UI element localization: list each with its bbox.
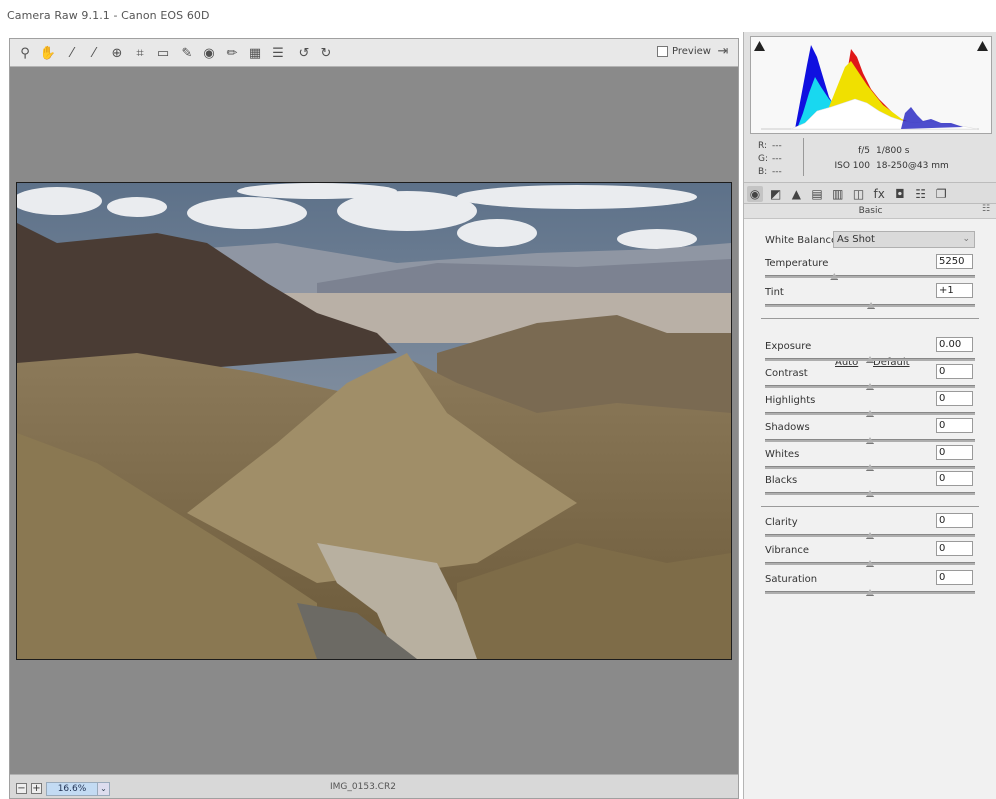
targeted-adjustment-tool-icon[interactable]: ⊕: [108, 44, 126, 62]
g-value: ---: [772, 154, 782, 164]
iso-value: ISO 100: [834, 161, 871, 171]
vibrance-value-input[interactable]: 0: [936, 541, 973, 556]
contrast-value-input[interactable]: 0: [936, 364, 973, 379]
tab-tone-curve-icon[interactable]: ◩: [768, 186, 784, 202]
vibrance-label: Vibrance: [765, 545, 809, 556]
highlights-label: Highlights: [765, 395, 816, 406]
photo-preview: [16, 182, 732, 660]
zoom-tool-icon[interactable]: ⚲: [16, 44, 34, 62]
white-balance-tool-icon[interactable]: ⁄: [63, 44, 81, 62]
saturation-label: Saturation: [765, 574, 818, 585]
tab-basic-icon[interactable]: ◉: [747, 186, 763, 202]
white-balance-label: White Balance:: [765, 235, 841, 246]
r-label: R:: [758, 141, 768, 151]
g-label: G:: [758, 154, 769, 164]
white-balance-value: As Shot: [837, 234, 875, 245]
clarity-value-input[interactable]: 0: [936, 513, 973, 528]
zoom-out-button[interactable]: −: [16, 783, 27, 794]
temperature-slider-track[interactable]: [765, 275, 975, 278]
histogram: [750, 36, 992, 134]
whites-label: Whites: [765, 449, 800, 460]
shutter-value: 1/800 s: [876, 146, 910, 156]
whites-value-input[interactable]: 0: [936, 445, 973, 460]
preview-label: Preview: [672, 46, 711, 57]
status-bar: − + 16.6% ⌄ IMG_0153.CR2: [10, 774, 738, 798]
panel-tabs: ◉ ◩ ▲ ▤ ▥ ◫ fx ◘ ☷ ❐: [744, 182, 996, 204]
zoom-level-select[interactable]: 16.6% ⌄: [46, 782, 110, 796]
lens-value: 18-250@43 mm: [876, 161, 949, 171]
basic-panel: White Balance: As Shot ⌄ Auto Default Te…: [744, 218, 996, 799]
image-canvas[interactable]: [10, 67, 738, 774]
section-divider: [761, 318, 979, 319]
tab-detail-icon[interactable]: ▲: [788, 186, 804, 202]
zoom-in-button[interactable]: +: [31, 783, 42, 794]
clarity-label: Clarity: [765, 517, 798, 528]
preview-toggle[interactable]: Preview: [657, 46, 711, 57]
r-value: ---: [772, 141, 782, 151]
rotate-ccw-icon[interactable]: ↺: [295, 44, 313, 62]
contrast-label: Contrast: [765, 368, 808, 379]
straighten-tool-icon[interactable]: ▭: [154, 44, 172, 62]
radial-filter-icon[interactable]: ☰: [269, 44, 287, 62]
tab-effects-icon[interactable]: fx: [871, 186, 887, 202]
tab-camera-calibration-icon[interactable]: ◘: [892, 186, 908, 202]
graduated-filter-icon[interactable]: ▦: [246, 44, 264, 62]
hand-tool-icon[interactable]: ✋: [39, 44, 57, 62]
fullscreen-toggle-icon[interactable]: ⇥: [714, 44, 732, 62]
tab-hsl-icon[interactable]: ▤: [809, 186, 825, 202]
blacks-value-input[interactable]: 0: [936, 471, 973, 486]
spot-removal-tool-icon[interactable]: ✎: [178, 44, 196, 62]
window-title: Camera Raw 9.1.1 - Canon EOS 60D: [7, 9, 210, 22]
blacks-label: Blacks: [765, 475, 798, 486]
temperature-label: Temperature: [765, 258, 829, 269]
color-sampler-tool-icon[interactable]: ⁄: [85, 44, 103, 62]
zoom-level-value: 16.6%: [57, 784, 87, 794]
temperature-value-input[interactable]: 5250: [936, 254, 973, 269]
preview-checkbox[interactable]: [657, 46, 668, 57]
adjustment-brush-icon[interactable]: ✏: [223, 44, 241, 62]
window-titlebar: Camera Raw 9.1.1 - Canon EOS 60D: [0, 0, 996, 32]
panel-title: Basic: [858, 206, 883, 216]
aperture-value: f/5: [858, 146, 870, 156]
shadows-label: Shadows: [765, 422, 810, 433]
b-value: ---: [772, 167, 782, 177]
tint-label: Tint: [765, 287, 784, 298]
histogram-graph: [761, 45, 979, 130]
tab-split-toning-icon[interactable]: ▥: [830, 186, 846, 202]
file-name: IMG_0153.CR2: [330, 782, 396, 792]
chevron-down-icon: ⌄: [962, 234, 970, 244]
exposure-label: Exposure: [765, 341, 812, 352]
highlights-value-input[interactable]: 0: [936, 391, 973, 406]
b-label: B:: [758, 167, 768, 177]
image-preview-pane: ⚲ ✋ ⁄ ⁄ ⊕ ⌗ ▭ ✎ ◉ ✏ ▦ ☰ ↺ ↻ Preview ⇥ − …: [9, 38, 739, 799]
tab-presets-icon[interactable]: ☷: [913, 186, 929, 202]
shadows-value-input[interactable]: 0: [936, 418, 973, 433]
chevron-down-icon[interactable]: ⌄: [97, 783, 109, 795]
tab-snapshots-icon[interactable]: ❐: [933, 186, 949, 202]
saturation-value-input[interactable]: 0: [936, 570, 973, 585]
tint-value-input[interactable]: +1: [936, 283, 973, 298]
camera-info-readout: R: --- G: --- B: --- f/5 1/800 s ISO 100 18-2…: [750, 136, 992, 180]
tool-bar: ⚲ ✋ ⁄ ⁄ ⊕ ⌗ ▭ ✎ ◉ ✏ ▦ ☰ ↺ ↻ Preview ⇥: [10, 39, 738, 67]
section-divider: [761, 506, 979, 507]
panel-menu-icon[interactable]: ☷: [982, 204, 990, 214]
white-balance-select[interactable]: As Shot ⌄: [833, 231, 975, 248]
red-eye-removal-icon[interactable]: ◉: [200, 44, 218, 62]
adjustments-pane: R: --- G: --- B: --- f/5 1/800 s ISO 100 18-2…: [743, 32, 996, 799]
exposure-value-input[interactable]: 0.00: [936, 337, 973, 352]
readout-divider: [803, 138, 804, 176]
tab-lens-corrections-icon[interactable]: ◫: [851, 186, 867, 202]
rotate-cw-icon[interactable]: ↻: [317, 44, 335, 62]
crop-tool-icon[interactable]: ⌗: [131, 44, 149, 62]
